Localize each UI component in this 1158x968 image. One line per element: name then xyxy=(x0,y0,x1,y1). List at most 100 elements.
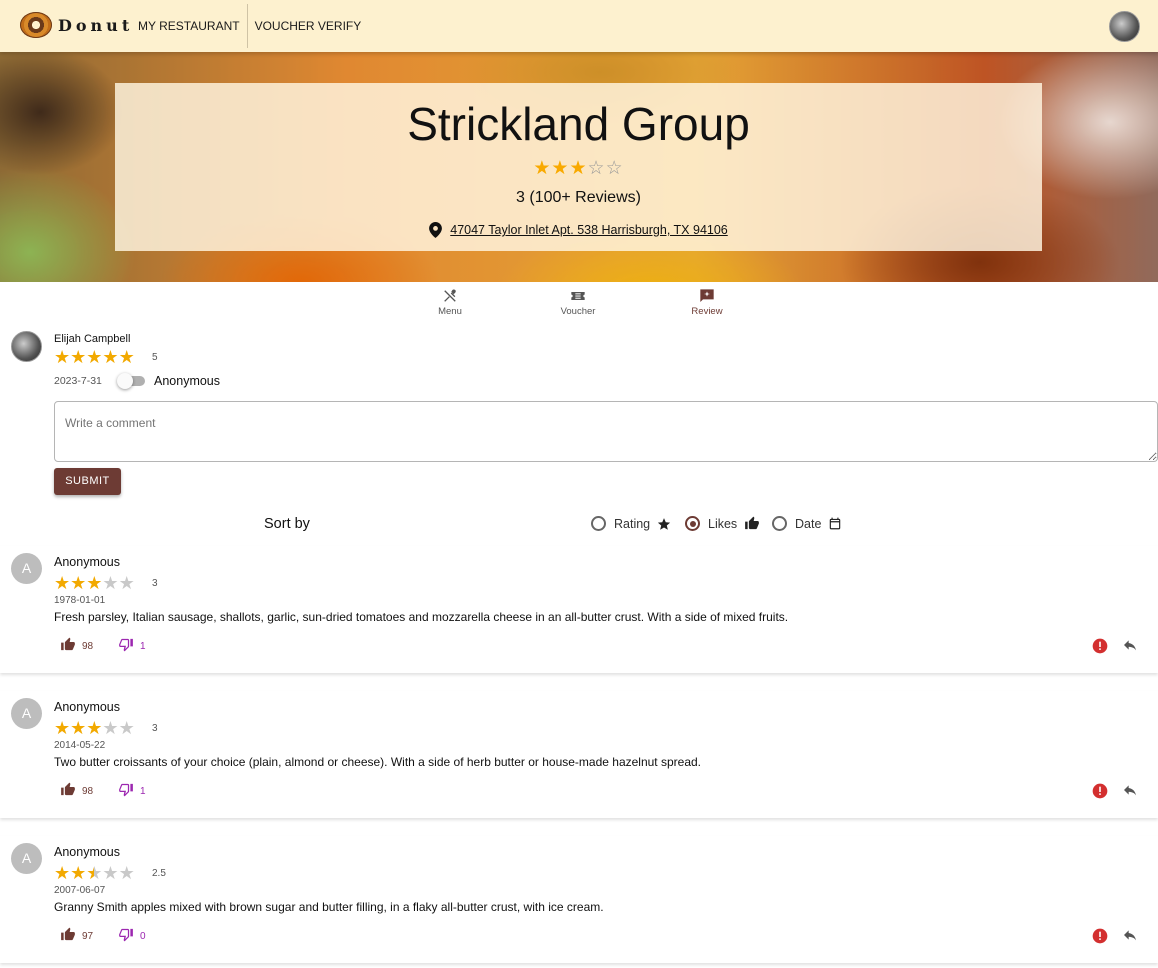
nav-voucher-verify[interactable]: VOUCHER VERIFY xyxy=(249,0,368,52)
calendar-icon xyxy=(828,516,842,531)
thumb-up-icon xyxy=(744,516,760,531)
tab-menu-label: Menu xyxy=(438,306,462,317)
star-filled-icon: ★ xyxy=(54,718,71,738)
nav-my-restaurant[interactable]: MY RESTAURANT xyxy=(132,0,246,52)
review-date: 2014-05-22 xyxy=(54,740,106,751)
star-outline-icon: ☆ xyxy=(587,158,606,179)
restaurant-info-card: Strickland Group ★★★☆☆ 3 (100+ Reviews) … xyxy=(115,83,1042,251)
restaurant-rating-stars: ★★★☆☆ xyxy=(115,157,1042,180)
star-filled-icon: ★ xyxy=(533,158,552,179)
thumb-up-icon xyxy=(60,637,76,655)
thumb-up-icon xyxy=(60,927,76,945)
comment-input[interactable] xyxy=(54,401,1158,462)
like-button[interactable]: 97 xyxy=(60,927,93,945)
review-date: 2007-06-07 xyxy=(54,885,106,896)
like-button[interactable]: 98 xyxy=(60,782,93,800)
star-filled-icon[interactable]: ★ xyxy=(54,347,70,367)
star-filled-icon: ★ xyxy=(86,718,103,738)
review-rating-value: 3 xyxy=(152,578,158,589)
like-button[interactable]: 98 xyxy=(60,637,93,655)
review-text: Two butter croissants of your choice (pl… xyxy=(54,755,702,769)
star-filled-icon[interactable]: ★ xyxy=(119,347,135,367)
dislike-count: 0 xyxy=(140,930,146,942)
ticket-icon xyxy=(571,292,585,300)
sort-option-date[interactable]: Date xyxy=(772,516,842,531)
review-icon xyxy=(700,289,714,302)
star-filled-icon: ★ xyxy=(86,573,103,593)
main-nav: MY RESTAURANT VOUCHER VERIFY xyxy=(132,0,367,52)
dislike-button[interactable]: 0 xyxy=(118,927,146,945)
review-rating-value: 2.5 xyxy=(152,868,166,879)
composer-date: 2023-7-31 xyxy=(54,375,102,387)
thumb-down-icon xyxy=(118,637,134,655)
restaurant-address[interactable]: 47047 Taylor Inlet Apt. 538 Harrisburgh,… xyxy=(115,222,1042,238)
star-filled-icon[interactable]: ★ xyxy=(102,347,118,367)
review-card: A Anonymous ★★★★★ 2.5 2007-06-07 Granny Smith… xyxy=(0,836,1158,963)
composer-rating-input[interactable]: ★★★★★ xyxy=(54,347,135,368)
location-pin-icon xyxy=(429,222,443,238)
review-rating-stars: ★★★★★ xyxy=(54,573,135,594)
sort-date-radio[interactable] xyxy=(772,516,787,531)
review-date: 1978-01-01 xyxy=(54,595,106,606)
review-rating-stars: ★★★★★ xyxy=(54,718,135,739)
review-rating-stars: ★★★★★ xyxy=(54,863,135,884)
top-app-bar: Donut MY RESTAURANT VOUCHER VERIFY xyxy=(0,0,1158,52)
donut-logo-icon xyxy=(20,12,52,38)
sort-by-label: Sort by xyxy=(264,516,310,532)
reply-icon[interactable] xyxy=(1121,927,1139,948)
reviewer-avatar: A xyxy=(11,843,42,874)
brand-logo[interactable]: Donut xyxy=(20,12,133,38)
dislike-count: 1 xyxy=(140,640,146,652)
anonymous-toggle[interactable] xyxy=(117,373,145,389)
reviewer-avatar: A xyxy=(11,553,42,584)
dislike-count: 1 xyxy=(140,785,146,797)
star-half-icon: ★ xyxy=(86,863,103,883)
tab-review[interactable]: Review xyxy=(672,286,742,317)
sort-rating-radio[interactable] xyxy=(591,516,606,531)
star-filled-icon[interactable]: ★ xyxy=(70,347,86,367)
report-icon[interactable] xyxy=(1092,928,1108,949)
star-filled-icon[interactable]: ★ xyxy=(86,347,102,367)
restaurant-rating-text: 3 (100+ Reviews) xyxy=(516,189,641,206)
sort-option-rating[interactable]: Rating xyxy=(591,516,671,531)
star-filled-icon: ★ xyxy=(551,158,570,179)
composer-rating-value: 5 xyxy=(152,352,158,363)
report-icon[interactable] xyxy=(1092,783,1108,804)
dislike-button[interactable]: 1 xyxy=(118,782,146,800)
user-avatar[interactable] xyxy=(1109,11,1140,42)
tab-voucher[interactable]: Voucher xyxy=(543,286,613,317)
star-empty-icon: ★ xyxy=(102,718,119,738)
restaurant-name: Strickland Group xyxy=(407,98,750,150)
star-filled-icon: ★ xyxy=(569,158,588,179)
sort-likes-label: Likes xyxy=(708,516,738,531)
review-card: A Anonymous ★★★★★ 3 2014-05-22 Two butter cro… xyxy=(0,691,1158,818)
star-empty-icon: ★ xyxy=(102,863,119,883)
like-count: 97 xyxy=(82,930,94,942)
reply-icon[interactable] xyxy=(1121,637,1139,658)
sort-option-likes[interactable]: Likes xyxy=(685,516,760,531)
tab-menu[interactable]: Menu xyxy=(415,286,485,317)
reviewer-name: Anonymous xyxy=(54,845,121,859)
thumb-up-icon xyxy=(60,782,76,800)
star-empty-icon: ★ xyxy=(102,573,119,593)
tab-voucher-label: Voucher xyxy=(560,306,596,317)
review-card: A Anonymous ★★★★★ 3 1978-01-01 Fresh parsley,… xyxy=(0,546,1158,673)
star-filled-icon: ★ xyxy=(70,863,87,883)
fork-knife-icon xyxy=(444,289,456,302)
reviewer-name: Anonymous xyxy=(54,555,121,569)
sort-likes-radio[interactable] xyxy=(685,516,700,531)
reply-icon[interactable] xyxy=(1121,782,1139,803)
submit-button[interactable]: SUBMIT xyxy=(54,468,121,495)
star-icon xyxy=(657,517,671,531)
dislike-button[interactable]: 1 xyxy=(118,637,146,655)
star-filled-icon: ★ xyxy=(70,718,87,738)
review-rating-value: 3 xyxy=(152,723,158,734)
toggle-thumb xyxy=(117,373,133,389)
sort-rating-label: Rating xyxy=(614,516,651,531)
address-link[interactable]: 47047 Taylor Inlet Apt. 538 Harrisburgh,… xyxy=(450,223,728,237)
star-filled-icon: ★ xyxy=(54,863,71,883)
report-icon[interactable] xyxy=(1092,638,1108,659)
star-filled-icon: ★ xyxy=(54,573,71,593)
restaurant-hero-banner: Strickland Group ★★★☆☆ 3 (100+ Reviews) … xyxy=(0,52,1158,282)
review-text: Granny Smith apples mixed with brown sug… xyxy=(54,900,604,914)
